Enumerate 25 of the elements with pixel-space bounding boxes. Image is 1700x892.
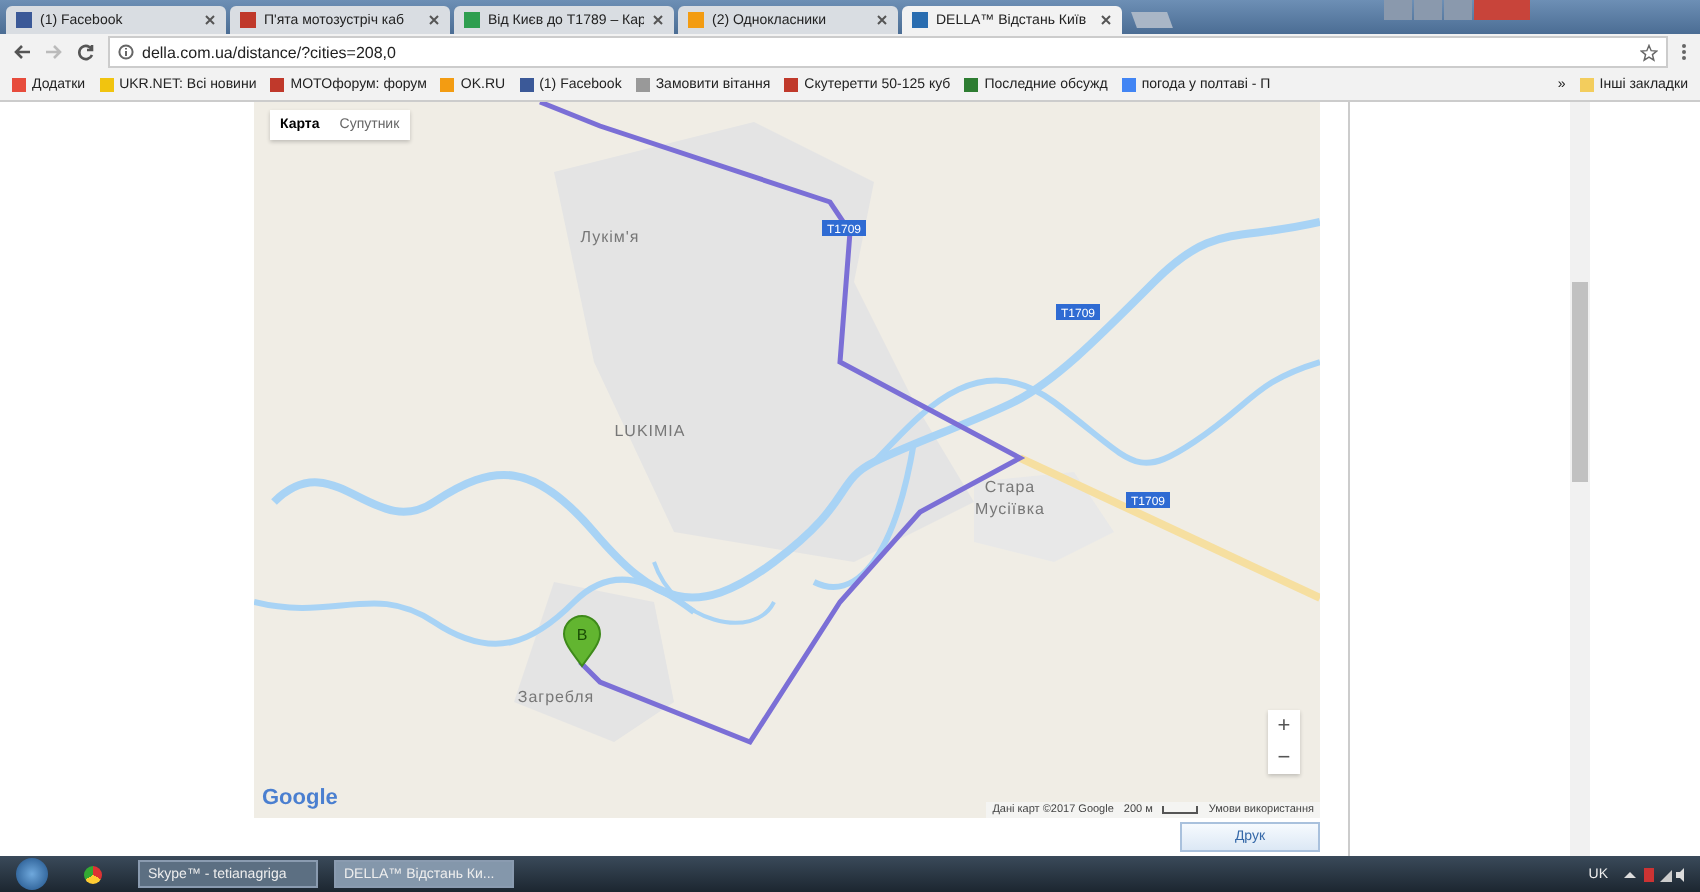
place-label: LUKIMIA — [614, 422, 686, 440]
start-button[interactable] — [16, 858, 48, 890]
favicon-icon — [240, 12, 256, 28]
favicon-icon — [688, 12, 704, 28]
place-label: Загребля — [517, 688, 595, 706]
tray-icons[interactable] — [1624, 866, 1684, 882]
reload-icon[interactable] — [76, 42, 96, 62]
address-field[interactable]: della.com.ua/distance/?cities=208,0 — [108, 36, 1668, 68]
map-logo: Google — [262, 786, 338, 810]
place-label: Лукім'я — [580, 228, 640, 246]
place-label: Стара — [984, 478, 1036, 496]
back-icon[interactable] — [12, 42, 32, 62]
zoom-out-button[interactable]: − — [1268, 742, 1300, 774]
menu-icon[interactable] — [1680, 42, 1688, 62]
favicon-icon — [912, 12, 928, 28]
zoom-in-button[interactable]: + — [1268, 710, 1300, 742]
scale-bar-icon — [1162, 806, 1199, 814]
star-icon[interactable] — [1640, 43, 1658, 61]
map-pin[interactable]: B — [563, 615, 601, 667]
favicon-icon — [464, 12, 480, 28]
info-icon[interactable] — [118, 44, 134, 60]
place-label: Мусіївка — [974, 500, 1046, 518]
browser-icon[interactable] — [84, 865, 102, 883]
favicon-icon — [16, 12, 32, 28]
scrollbar[interactable] — [1570, 102, 1590, 856]
